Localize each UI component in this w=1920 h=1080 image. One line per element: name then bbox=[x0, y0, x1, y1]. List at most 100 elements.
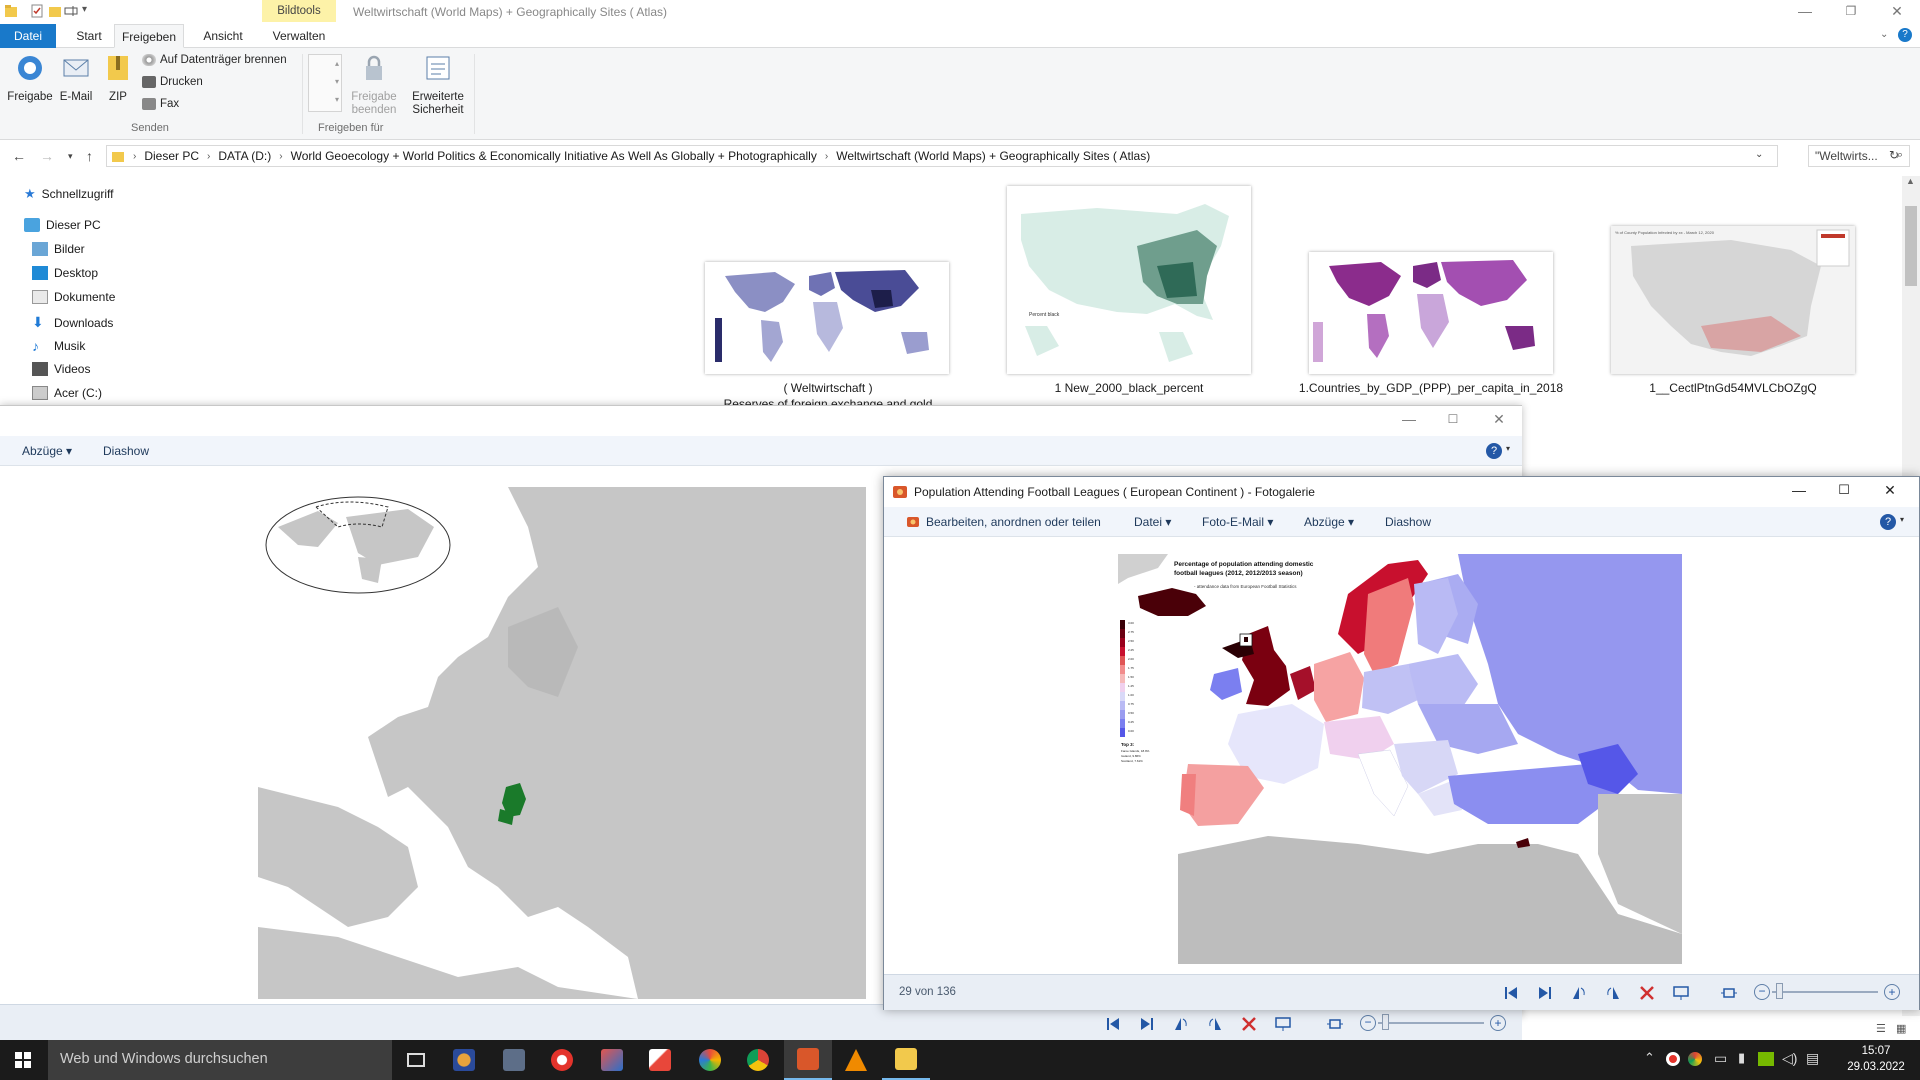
previous-icon[interactable] bbox=[1104, 1015, 1122, 1033]
file-name[interactable]: 1.Countries_by_GDP_(PPP)_per_capita_in_2… bbox=[1281, 381, 1581, 395]
file-name[interactable]: 1__CectlPtnGd54MVLCbOZgQ bbox=[1583, 381, 1883, 395]
large-icons-view-icon[interactable]: ▦ bbox=[1896, 1022, 1906, 1035]
customize-quick-access-icon[interactable]: ▾ bbox=[82, 4, 87, 15]
stop-sharing-button[interactable]: Freigabe beenden bbox=[346, 52, 402, 117]
help-dropdown-icon[interactable]: ▾ bbox=[1506, 444, 1510, 453]
rotate-right-icon[interactable] bbox=[1206, 1015, 1224, 1033]
nav-videos[interactable]: Videos bbox=[32, 362, 90, 376]
rotate-left-icon[interactable] bbox=[1172, 1015, 1190, 1033]
expand-ribbon-icon[interactable]: ⌄ bbox=[1880, 29, 1888, 40]
maximize-button[interactable]: ☐ bbox=[1821, 479, 1867, 503]
help-dropdown-icon[interactable]: ▾ bbox=[1900, 515, 1904, 524]
zoom-slider-thumb[interactable] bbox=[1776, 983, 1783, 999]
properties-icon[interactable] bbox=[30, 4, 44, 18]
expand-icon[interactable]: ▾ bbox=[335, 95, 339, 104]
share-button[interactable]: Freigabe bbox=[6, 52, 54, 103]
next-icon[interactable] bbox=[1536, 984, 1554, 1002]
next-icon[interactable] bbox=[1138, 1015, 1156, 1033]
menu-slideshow[interactable]: Diashow bbox=[1385, 515, 1431, 529]
minimize-button[interactable]: — bbox=[1776, 479, 1822, 503]
taskbar-app[interactable] bbox=[588, 1040, 636, 1080]
rename-icon[interactable] bbox=[64, 4, 78, 18]
minimize-button[interactable]: — bbox=[1782, 0, 1828, 24]
scrollbar-thumb[interactable] bbox=[1905, 206, 1917, 286]
previous-icon[interactable] bbox=[1502, 984, 1520, 1002]
menu-photo-email[interactable]: Foto-E-Mail ▾ bbox=[1202, 515, 1273, 529]
zoom-in-icon[interactable]: + bbox=[1490, 1015, 1506, 1031]
close-button[interactable]: ✕ bbox=[1867, 479, 1913, 503]
new-folder-icon[interactable] bbox=[48, 4, 62, 18]
share-with-list[interactable]: ▴ ▾ ▾ bbox=[308, 54, 342, 112]
tray-chrome-icon[interactable] bbox=[1688, 1052, 1702, 1066]
menu-edit-organize-share[interactable]: Bearbeiten, anordnen oder teilen bbox=[906, 515, 1101, 529]
up-icon[interactable]: ↑ bbox=[86, 148, 93, 164]
tray-app-icon[interactable] bbox=[1666, 1052, 1680, 1066]
file-name[interactable]: 1 New_2000_black_percent bbox=[979, 381, 1279, 395]
scroll-down-icon[interactable]: ▾ bbox=[335, 77, 339, 86]
tab-share[interactable]: Freigeben bbox=[114, 24, 184, 48]
delete-icon[interactable] bbox=[1638, 984, 1656, 1002]
scroll-up-arrow-icon[interactable]: ▲ bbox=[1906, 176, 1915, 186]
print-button[interactable]: Drucken bbox=[142, 76, 203, 88]
explorer-taskbar-app[interactable] bbox=[882, 1040, 930, 1080]
fit-to-window-icon[interactable] bbox=[1720, 984, 1738, 1002]
email-button[interactable]: E-Mail bbox=[54, 52, 98, 103]
taskbar-app[interactable] bbox=[538, 1040, 586, 1080]
rotate-left-icon[interactable] bbox=[1570, 984, 1588, 1002]
scroll-up-icon[interactable]: ▴ bbox=[335, 59, 339, 68]
rotate-right-icon[interactable] bbox=[1604, 984, 1622, 1002]
zoom-out-icon[interactable]: − bbox=[1360, 1015, 1376, 1031]
file-name[interactable]: ( Weltwirtschaft ) bbox=[678, 381, 978, 395]
slideshow-icon[interactable] bbox=[1672, 984, 1690, 1002]
start-button[interactable] bbox=[0, 1040, 48, 1080]
minimize-button[interactable]: — bbox=[1386, 408, 1432, 432]
delete-icon[interactable] bbox=[1240, 1015, 1258, 1033]
close-button[interactable]: ✕ bbox=[1874, 0, 1920, 24]
menu-slideshow[interactable]: Diashow bbox=[103, 444, 149, 458]
file-thumbnail[interactable] bbox=[1309, 252, 1553, 374]
taskbar-clock[interactable]: 15:07 29.03.2022 bbox=[1836, 1043, 1916, 1075]
menu-file[interactable]: Datei ▾ bbox=[1134, 515, 1171, 529]
menu-prints[interactable]: Abzüge ▾ bbox=[1304, 515, 1354, 529]
network-icon[interactable]: ▭ bbox=[1714, 1050, 1727, 1067]
taskbar-search-input[interactable]: Web und Windows durchsuchen bbox=[48, 1040, 392, 1080]
nav-quick-access[interactable]: ★ Schnellzugriff bbox=[24, 186, 113, 202]
details-view-icon[interactable]: ☰ bbox=[1876, 1022, 1886, 1035]
volume-icon[interactable]: ◁) bbox=[1782, 1050, 1797, 1067]
close-button[interactable]: ✕ bbox=[1476, 408, 1522, 432]
zoom-in-icon[interactable]: + bbox=[1884, 984, 1900, 1000]
tab-view[interactable]: Ansicht bbox=[192, 24, 254, 48]
task-view-button[interactable] bbox=[392, 1040, 440, 1080]
nav-desktop[interactable]: Desktop bbox=[32, 266, 98, 280]
help-icon[interactable]: ? bbox=[1486, 443, 1502, 459]
photo-gallery-taskbar-app[interactable] bbox=[784, 1040, 832, 1080]
address-bar[interactable]: › Dieser PC › DATA (D:) › World Geoecolo… bbox=[106, 145, 1899, 167]
vlc-taskbar-app[interactable] bbox=[832, 1040, 880, 1080]
breadcrumb-data-drive[interactable]: DATA (D:) bbox=[218, 149, 271, 163]
zoom-slider[interactable] bbox=[1378, 1022, 1484, 1024]
restore-button[interactable]: ❐ bbox=[1828, 0, 1874, 24]
taskbar-app[interactable] bbox=[440, 1040, 488, 1080]
slideshow-icon[interactable] bbox=[1274, 1015, 1292, 1033]
menu-prints[interactable]: Abzüge ▾ bbox=[22, 444, 72, 458]
fit-to-window-icon[interactable] bbox=[1326, 1015, 1344, 1033]
zoom-slider[interactable] bbox=[1772, 991, 1878, 993]
advanced-security-button[interactable]: Erweiterte Sicherheit bbox=[406, 52, 470, 117]
recent-locations-icon[interactable]: ▾ bbox=[68, 151, 73, 162]
help-icon[interactable]: ? bbox=[1898, 28, 1912, 42]
nav-acer-c[interactable]: Acer (C:) bbox=[32, 386, 102, 400]
breadcrumb-world-geoecology[interactable]: World Geoecology + World Politics & Econ… bbox=[291, 149, 817, 163]
action-center-icon[interactable]: ▤ bbox=[1806, 1050, 1819, 1067]
tab-manage[interactable]: Verwalten bbox=[262, 24, 336, 48]
zip-button[interactable]: ZIP bbox=[102, 52, 134, 103]
tab-start[interactable]: Start bbox=[64, 24, 114, 48]
breadcrumb-current-folder[interactable]: Weltwirtschaft (World Maps) + Geographic… bbox=[836, 149, 1150, 163]
fax-button[interactable]: Fax bbox=[142, 98, 179, 110]
taskbar-app[interactable] bbox=[686, 1040, 734, 1080]
nvidia-icon[interactable] bbox=[1758, 1052, 1774, 1066]
help-icon[interactable]: ? bbox=[1880, 514, 1896, 530]
burn-button[interactable]: Auf Datenträger brennen bbox=[142, 54, 287, 66]
tab-file[interactable]: Datei bbox=[0, 24, 56, 48]
nav-documents[interactable]: Dokumente bbox=[32, 290, 115, 304]
nav-pictures[interactable]: Bilder bbox=[32, 242, 85, 256]
